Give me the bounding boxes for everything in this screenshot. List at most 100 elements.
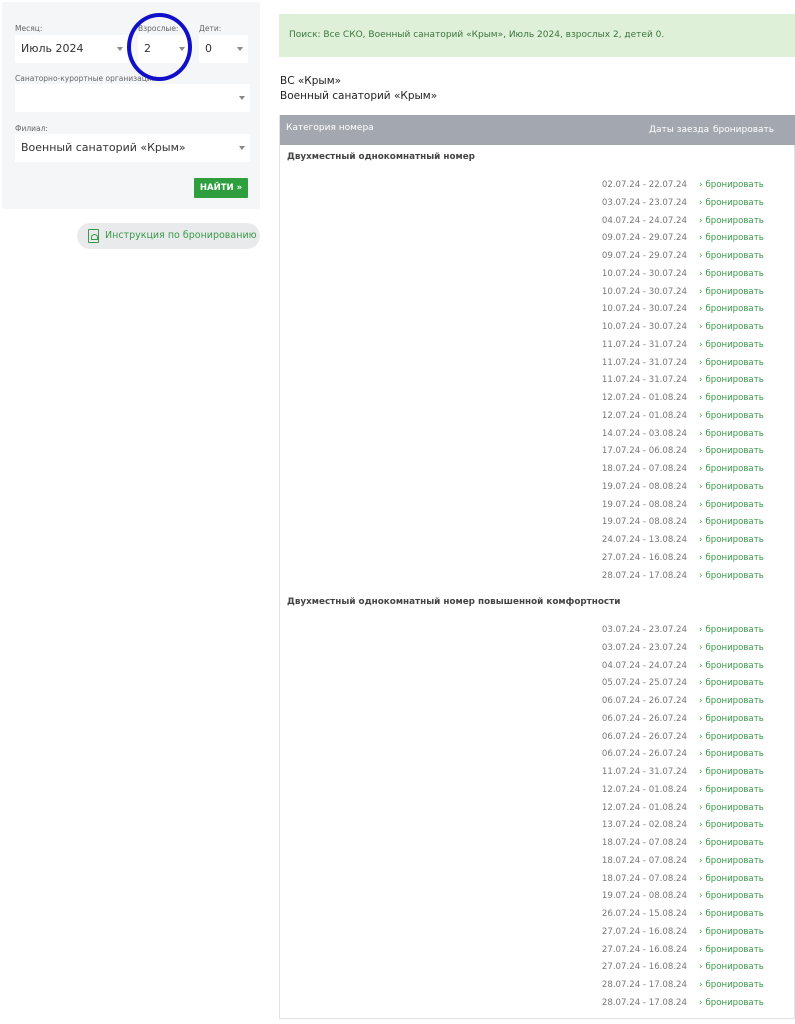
book-link[interactable]: бронировать — [699, 340, 763, 350]
date-range: 11.07.24 - 31.07.24 — [601, 339, 687, 350]
book-link[interactable]: бронировать — [699, 216, 763, 226]
date-range: 09.07.24 - 29.07.24 — [601, 233, 687, 244]
book-link[interactable]: бронировать — [699, 375, 763, 385]
date-range: 18.07.24 - 07.08.24 — [601, 464, 687, 474]
book-link[interactable]: бронировать — [699, 962, 763, 972]
book-link[interactable]: бронировать — [699, 661, 763, 671]
table-row: 09.07.24 - 29.07.24 бронировать — [280, 251, 795, 268]
table-row: 11.07.24 - 31.07.24 бронировать — [280, 375, 795, 392]
book-link[interactable]: бронировать — [699, 517, 763, 527]
table-row: 12.07.24 - 01.08.24 бронировать — [280, 803, 795, 820]
book-link[interactable]: бронировать — [699, 856, 763, 866]
date-range: 11.07.24 - 31.07.24 — [601, 357, 687, 368]
book-link[interactable]: бронировать — [699, 767, 763, 777]
book-link[interactable]: бронировать — [699, 625, 763, 635]
room-category-title: Двухместный однокомнатный номер повышенн… — [287, 597, 621, 607]
date-range: 27.07.24 - 16.08.24 — [601, 962, 687, 973]
date-range: 11.07.24 - 31.07.24 — [601, 375, 687, 386]
book-link[interactable]: бронировать — [699, 980, 763, 990]
book-link[interactable]: бронировать — [699, 535, 763, 545]
book-link[interactable]: бронировать — [699, 732, 763, 742]
month-value: Июль 2024 — [21, 42, 84, 55]
book-link[interactable]: бронировать — [699, 269, 763, 279]
book-link[interactable]: бронировать — [699, 927, 763, 937]
date-range: 27.07.24 - 16.08.24 — [601, 552, 687, 563]
date-range: 09.07.24 - 29.07.24 — [601, 251, 687, 261]
date-range: 04.07.24 - 24.07.24 — [601, 660, 687, 671]
table-row: 19.07.24 - 08.08.24 бронировать — [280, 500, 795, 517]
date-range: 10.07.24 - 30.07.24 — [601, 322, 687, 332]
branch-label: Филиал: — [15, 124, 48, 133]
book-link[interactable]: бронировать — [699, 571, 763, 581]
book-link[interactable]: бронировать — [699, 411, 763, 421]
date-range: 10.07.24 - 30.07.24 — [601, 304, 687, 315]
book-link[interactable]: бронировать — [699, 714, 763, 724]
book-link[interactable]: бронировать — [699, 678, 763, 688]
book-link[interactable]: бронировать — [699, 446, 763, 456]
table-row: 18.07.24 - 07.08.24 бронировать — [280, 838, 795, 855]
book-link[interactable]: бронировать — [699, 820, 763, 830]
book-link[interactable]: бронировать — [699, 180, 763, 190]
book-link[interactable]: бронировать — [699, 500, 763, 510]
table-row: 26.07.24 - 15.08.24 бронировать — [280, 909, 795, 926]
book-link[interactable]: бронировать — [699, 945, 763, 955]
table-row: 05.07.24 - 25.07.24 бронировать — [280, 678, 795, 695]
table-row: 10.07.24 - 30.07.24 бронировать — [280, 304, 795, 321]
header-book: бронировать — [713, 125, 775, 135]
date-range: 13.07.24 - 02.08.24 — [601, 820, 687, 831]
search-notice: Поиск: Все СКО, Военный санаторий «Крым»… — [279, 14, 795, 57]
book-link[interactable]: бронировать — [699, 429, 763, 439]
book-link[interactable]: бронировать — [699, 553, 763, 563]
date-range: 18.07.24 - 07.08.24 — [601, 873, 687, 884]
find-button[interactable]: НАЙТИ » — [194, 178, 248, 198]
book-link[interactable]: бронировать — [699, 393, 763, 403]
book-link[interactable]: бронировать — [699, 251, 763, 261]
month-select[interactable]: Июль 2024 — [15, 35, 128, 63]
table-row: 19.07.24 - 08.08.24 бронировать — [280, 482, 795, 499]
book-link[interactable]: бронировать — [699, 233, 763, 243]
date-range: 06.07.24 - 26.07.24 — [601, 749, 687, 760]
table-row: 28.07.24 - 17.08.24 бронировать — [280, 571, 795, 588]
date-range: 26.07.24 - 15.08.24 — [601, 909, 687, 919]
table-row: 03.07.24 - 23.07.24 бронировать — [280, 198, 795, 215]
book-link[interactable]: бронировать — [699, 891, 763, 901]
table-row: 06.07.24 - 26.07.24 бронировать — [280, 714, 795, 731]
book-link[interactable]: бронировать — [699, 198, 763, 208]
table-row: 17.07.24 - 06.08.24 бронировать — [280, 446, 795, 463]
booking-instruction-label: Инструкция по бронированию — [105, 230, 257, 241]
table-row: 02.07.24 - 22.07.24 бронировать — [280, 180, 795, 197]
date-range: 19.07.24 - 08.08.24 — [601, 481, 687, 492]
book-link[interactable]: бронировать — [699, 643, 763, 653]
book-link[interactable]: бронировать — [699, 785, 763, 795]
date-range: 19.07.24 - 08.08.24 — [601, 499, 687, 510]
table-row: 18.07.24 - 07.08.24 бронировать — [280, 856, 795, 873]
date-range: 19.07.24 - 08.08.24 — [601, 891, 687, 902]
book-link[interactable]: бронировать — [699, 749, 763, 759]
date-range: 24.07.24 - 13.08.24 — [601, 535, 687, 545]
book-link[interactable]: бронировать — [699, 909, 763, 919]
book-link[interactable]: бронировать — [699, 998, 763, 1008]
book-link[interactable]: бронировать — [699, 838, 763, 848]
book-link[interactable]: бронировать — [699, 803, 763, 813]
book-link[interactable]: бронировать — [699, 304, 763, 314]
date-range: 03.07.24 - 23.07.24 — [601, 197, 687, 208]
org-select[interactable] — [15, 84, 250, 112]
booking-instruction-link[interactable]: Инструкция по бронированию — [77, 223, 260, 249]
date-range: 10.07.24 - 30.07.24 — [601, 268, 687, 279]
children-select[interactable]: 0 — [199, 35, 248, 63]
book-link[interactable]: бронировать — [699, 696, 763, 706]
table-row: 11.07.24 - 31.07.24 бронировать — [280, 340, 795, 357]
book-link[interactable]: бронировать — [699, 358, 763, 368]
branch-select[interactable]: Военный санаторий «Крым» — [15, 134, 250, 162]
book-link[interactable]: бронировать — [699, 464, 763, 474]
book-link[interactable]: бронировать — [699, 874, 763, 884]
book-link[interactable]: бронировать — [699, 322, 763, 332]
date-range: 27.07.24 - 16.08.24 — [601, 926, 687, 937]
date-range: 17.07.24 - 06.08.24 — [601, 446, 687, 457]
date-range: 12.07.24 - 01.08.24 — [601, 393, 687, 403]
book-link[interactable]: бронировать — [699, 287, 763, 297]
date-range: 12.07.24 - 01.08.24 — [601, 784, 687, 795]
children-value: 0 — [205, 42, 212, 55]
book-link[interactable]: бронировать — [699, 482, 763, 492]
header-dates: Даты заезда — [649, 125, 710, 135]
